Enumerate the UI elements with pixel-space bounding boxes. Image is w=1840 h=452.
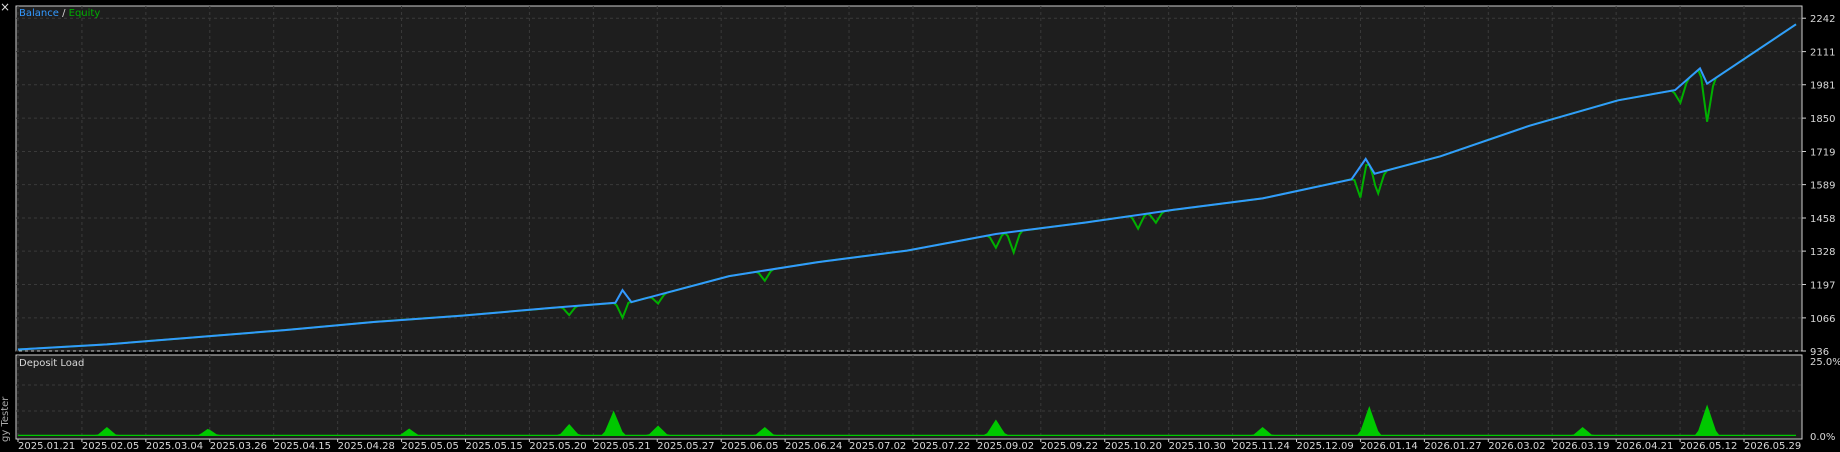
main-y-tick-label: 1719	[1810, 147, 1835, 158]
x-tick-label: 2026.05.29	[1744, 441, 1801, 452]
x-tick-label: 2025.06.24	[785, 441, 842, 452]
x-tick-label: 2025.05.15	[465, 441, 522, 452]
x-tick-label: 2026.05.12	[1680, 441, 1737, 452]
legend-balance: Balance	[19, 8, 59, 19]
main-panel-frame	[15, 5, 1803, 352]
main-y-tick-label: 2111	[1810, 48, 1835, 59]
x-tick-label: 2025.09.02	[977, 441, 1034, 452]
x-tick-label: 2025.07.02	[849, 441, 906, 452]
side-tab-label[interactable]: gy Tester	[0, 386, 12, 442]
x-tick-label: 2025.05.21	[593, 441, 650, 452]
x-tick-label: 2025.02.05	[82, 441, 139, 452]
load-y-tick-label: 0.0%	[1810, 432, 1835, 443]
main-y-tick-label: 1589	[1810, 181, 1835, 192]
x-tick-label: 2025.03.04	[146, 441, 203, 452]
x-tick-label: 2025.10.30	[1169, 441, 1226, 452]
main-y-tick-label: 1850	[1810, 114, 1835, 125]
x-tick-label: 2025.03.26	[210, 441, 267, 452]
x-tick-label: 2026.01.27	[1424, 441, 1481, 452]
x-tick-label: 2026.04.21	[1616, 441, 1673, 452]
x-tick-label: 2026.03.02	[1488, 441, 1545, 452]
main-y-tick-label: 1981	[1810, 81, 1835, 92]
load-y-tick-label: 25.0%	[1810, 357, 1840, 368]
main-y-tick-label: 2242	[1810, 14, 1835, 25]
main-y-tick-label: 1328	[1810, 247, 1835, 258]
main-y-tick-label: 1066	[1810, 314, 1835, 325]
x-tick-label: 2025.10.20	[1105, 441, 1162, 452]
x-tick-label: 2025.04.28	[338, 441, 395, 452]
x-tick-label: 2025.07.22	[913, 441, 970, 452]
deposit-load-title: Deposit Load	[19, 358, 84, 369]
close-icon[interactable]: ×	[0, 0, 10, 14]
deposit-load-panel-frame	[15, 354, 1803, 440]
main-y-tick-label: 1458	[1810, 214, 1835, 225]
x-tick-label: 2026.01.14	[1360, 441, 1417, 452]
x-tick-label: 2025.05.05	[402, 441, 459, 452]
x-tick-label: 2025.12.09	[1297, 441, 1354, 452]
x-tick-label: 2026.03.19	[1552, 441, 1609, 452]
x-tick-label: 2025.04.15	[274, 441, 331, 452]
main-legend: Balance / Equity	[19, 8, 100, 19]
x-tick-label: 2025.05.27	[657, 441, 714, 452]
x-tick-label: 2025.06.05	[721, 441, 778, 452]
x-tick-label: 2025.05.20	[529, 441, 586, 452]
main-y-tick-label: 1197	[1810, 280, 1835, 291]
legend-separator: /	[59, 8, 69, 19]
legend-equity: Equity	[69, 8, 101, 19]
strategy-tester-chart: 9361066119713281458158917191850198121112…	[15, 5, 1840, 452]
x-tick-label: 2025.11.24	[1233, 441, 1290, 452]
x-tick-label: 2025.01.21	[18, 441, 75, 452]
x-tick-label: 2025.09.22	[1041, 441, 1098, 452]
